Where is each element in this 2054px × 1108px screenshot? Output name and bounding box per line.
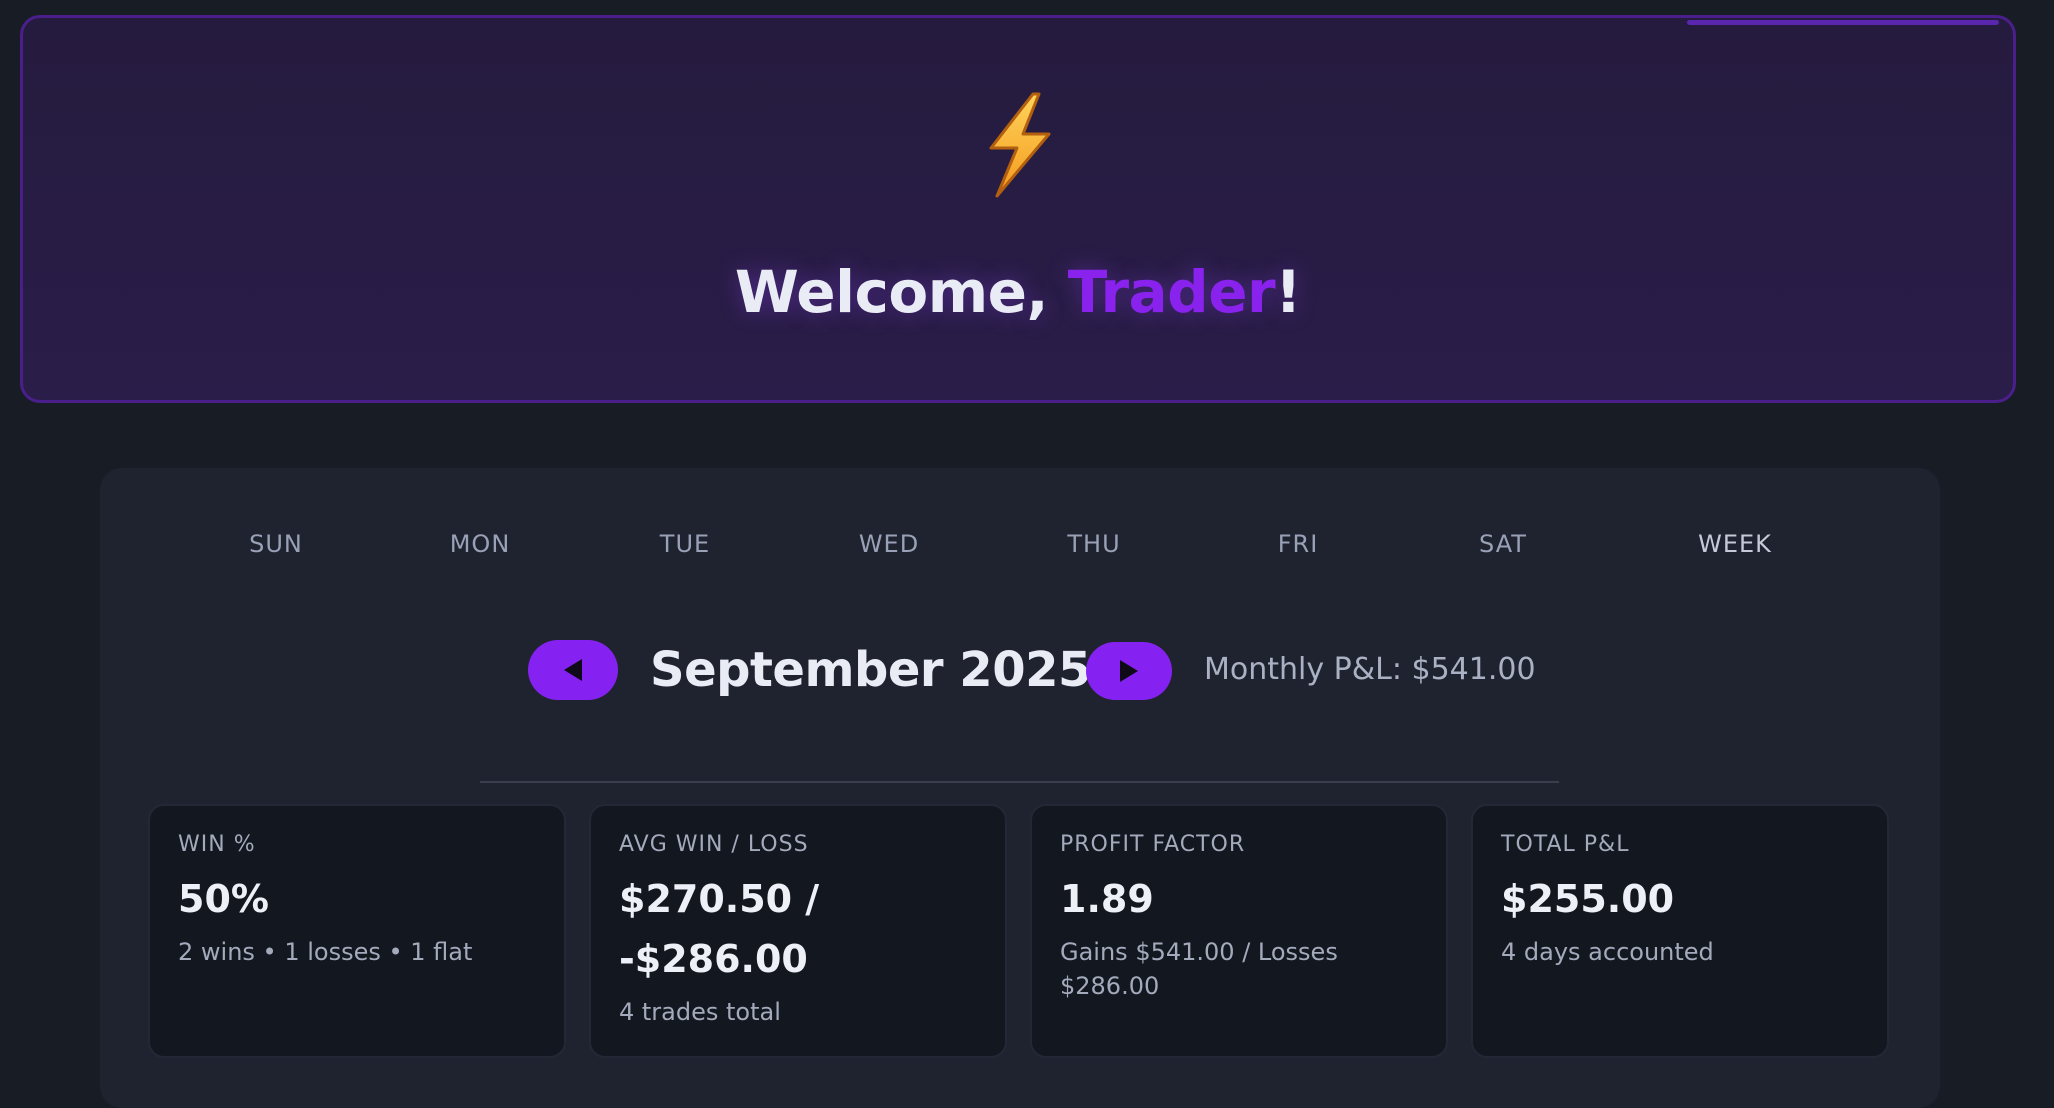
stat-card-avg-win-loss: AVG WIN / LOSS $270.50 / -$286.00 4 trad… (589, 804, 1007, 1058)
monthly-pnl: Monthly P&L: $541.00 (1204, 652, 1536, 687)
welcome-greeting: Welcome, (734, 258, 1068, 326)
lightning-bolt-icon (989, 92, 1051, 198)
month-navigation: September 2025 Monthly P&L: $541.00 (100, 640, 1940, 700)
stat-subtext: 4 days accounted (1501, 938, 1714, 966)
stat-subtext: 4 trades total (619, 998, 781, 1026)
calendar-panel: SUN MON TUE WED THU FRI SAT WEEK Septemb… (100, 468, 1940, 1108)
month-title: September 2025 (650, 642, 1091, 698)
stat-value: 50% (178, 877, 269, 921)
weekday-tue: TUE (659, 530, 711, 558)
section-divider (480, 781, 1559, 783)
stat-subtext: 2 wins • 1 losses • 1 flat (178, 938, 473, 966)
weekday-mon: MON (449, 530, 511, 558)
stat-card-win-rate: WIN % 50% 2 wins • 1 losses • 1 flat (148, 804, 566, 1058)
stat-value: $255.00 (1501, 877, 1675, 921)
weekday-wed: WED (858, 530, 920, 558)
weekday-sat: SAT (1479, 530, 1527, 558)
stats-row: WIN % 50% 2 wins • 1 losses • 1 flat AVG… (148, 804, 1892, 1058)
stat-subtext: Gains $541.00 / Losses $286.00 (1060, 938, 1338, 1000)
stat-value: 1.89 (1060, 877, 1154, 921)
stat-card-total-pnl: TOTAL P&L $255.00 4 days accounted (1471, 804, 1889, 1058)
next-month-button[interactable] (1086, 642, 1172, 700)
weekday-sun: SUN (249, 530, 303, 558)
banner-accent-bar (1687, 20, 1999, 25)
welcome-name: Trader (1067, 258, 1276, 326)
stat-label: PROFIT FACTOR (1060, 832, 1246, 857)
stat-label: WIN % (178, 832, 256, 857)
previous-month-button[interactable] (528, 640, 618, 700)
stat-label: TOTAL P&L (1501, 832, 1630, 857)
triangle-right-icon (1120, 660, 1138, 682)
welcome-heading: Welcome, Trader! (23, 258, 2013, 326)
weekday-fri: FRI (1277, 530, 1319, 558)
weekday-week: WEEK (1698, 530, 1772, 558)
weekday-thu: THU (1067, 530, 1121, 558)
welcome-suffix: ! (1275, 258, 1302, 326)
welcome-banner: Welcome, Trader! (20, 15, 2016, 403)
weekday-header: SUN MON TUE WED THU FRI SAT WEEK (100, 530, 1940, 560)
triangle-left-icon (564, 659, 582, 681)
stat-card-profit-factor: PROFIT FACTOR 1.89 Gains $541.00 / Losse… (1030, 804, 1448, 1058)
stat-label: AVG WIN / LOSS (619, 832, 809, 857)
stat-value: $270.50 / -$286.00 (619, 877, 820, 981)
